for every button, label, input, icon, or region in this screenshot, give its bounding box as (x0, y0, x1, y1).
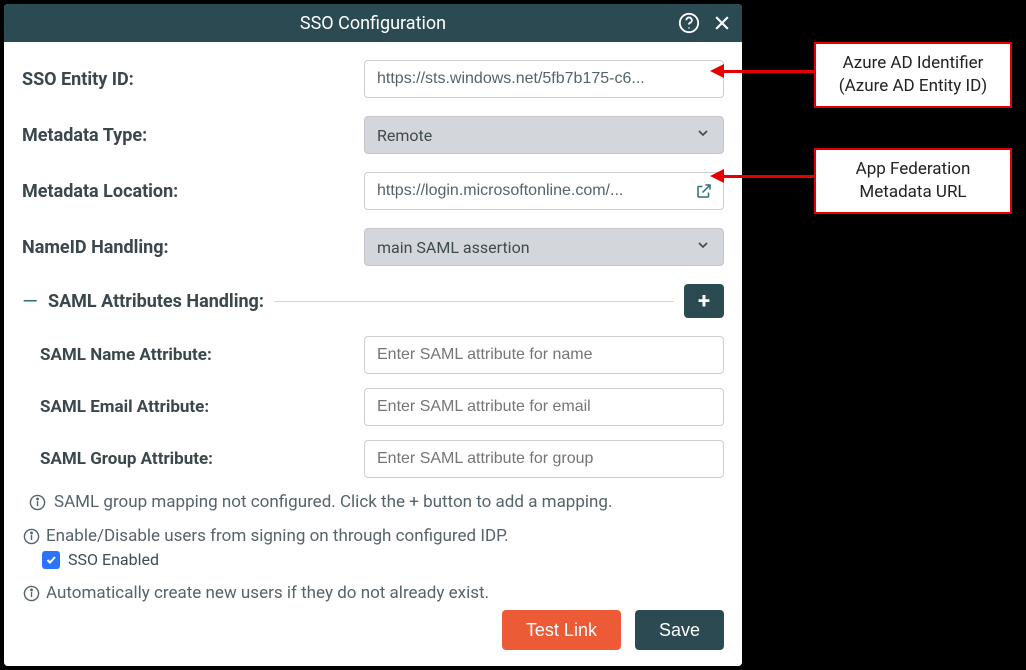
annotation-federation-url: App Federation Metadata URL (814, 148, 1012, 214)
nameid-value: main SAML assertion (377, 238, 530, 257)
nameid-select[interactable]: main SAML assertion (364, 228, 724, 266)
sso-enabled-checkbox[interactable] (42, 551, 60, 569)
chevron-down-icon (695, 125, 711, 145)
saml-email-input[interactable] (364, 388, 724, 426)
test-link-button[interactable]: Test Link (502, 610, 621, 650)
info-icon (28, 493, 46, 511)
sso-enabled-block: Enable/Disable users from signing on thr… (22, 526, 724, 569)
entity-id-input[interactable] (364, 60, 724, 98)
annotation-line: Metadata URL (832, 181, 994, 204)
info-icon (22, 584, 40, 602)
help-icon[interactable] (678, 12, 700, 34)
annotation-azure-identifier: Azure AD Identifier (Azure AD Entity ID) (814, 42, 1012, 108)
dialog-titlebar: SSO Configuration (4, 4, 742, 42)
add-mapping-button[interactable]: + (684, 284, 724, 318)
sso-enabled-desc: Enable/Disable users from signing on thr… (46, 526, 509, 546)
saml-section-header: — SAML Attributes Handling: + (22, 284, 724, 318)
info-icon (22, 527, 40, 545)
metadata-type-label: Metadata Type: (22, 125, 364, 146)
saml-section-title: SAML Attributes Handling: (48, 291, 264, 312)
dialog-content: SSO Entity ID: Metadata Type: Remote Met… (4, 42, 742, 604)
saml-name-label: SAML Name Attribute: (40, 345, 364, 365)
annotation-line: App Federation (832, 158, 994, 181)
mapping-info: SAML group mapping not configured. Click… (28, 492, 724, 512)
saml-group-input[interactable] (364, 440, 724, 478)
arrow-head-icon (710, 64, 724, 78)
save-button[interactable]: Save (635, 610, 724, 650)
annotation-arrow (723, 70, 815, 73)
entity-id-label: SSO Entity ID: (22, 69, 364, 90)
auto-provision-block: Automatically create new users if they d… (22, 583, 724, 604)
dialog-footer: Test Link Save (4, 604, 742, 666)
sso-enabled-label: SSO Enabled (68, 550, 159, 569)
divider (274, 301, 674, 302)
titlebar-actions (678, 12, 732, 34)
chevron-down-icon (695, 237, 711, 257)
auto-provision-desc: Automatically create new users if they d… (46, 583, 489, 603)
saml-group-label: SAML Group Attribute: (40, 449, 364, 469)
mapping-info-text: SAML group mapping not configured. Click… (54, 492, 612, 512)
arrow-head-icon (710, 169, 724, 183)
close-icon[interactable] (712, 13, 732, 33)
annotation-arrow (723, 175, 815, 178)
metadata-type-value: Remote (377, 126, 432, 145)
annotation-line: Azure AD Identifier (832, 52, 994, 75)
dialog-title: SSO Configuration (300, 13, 446, 34)
saml-name-input[interactable] (364, 336, 724, 374)
saml-email-label: SAML Email Attribute: (40, 397, 364, 417)
metadata-type-select[interactable]: Remote (364, 116, 724, 154)
nameid-label: NameID Handling: (22, 237, 364, 258)
metadata-location-label: Metadata Location: (22, 181, 364, 202)
annotation-line: (Azure AD Entity ID) (832, 75, 994, 98)
collapse-icon[interactable]: — (22, 289, 38, 313)
sso-config-dialog: SSO Configuration SSO Entity ID: (4, 4, 742, 666)
metadata-location-input[interactable] (364, 172, 724, 210)
